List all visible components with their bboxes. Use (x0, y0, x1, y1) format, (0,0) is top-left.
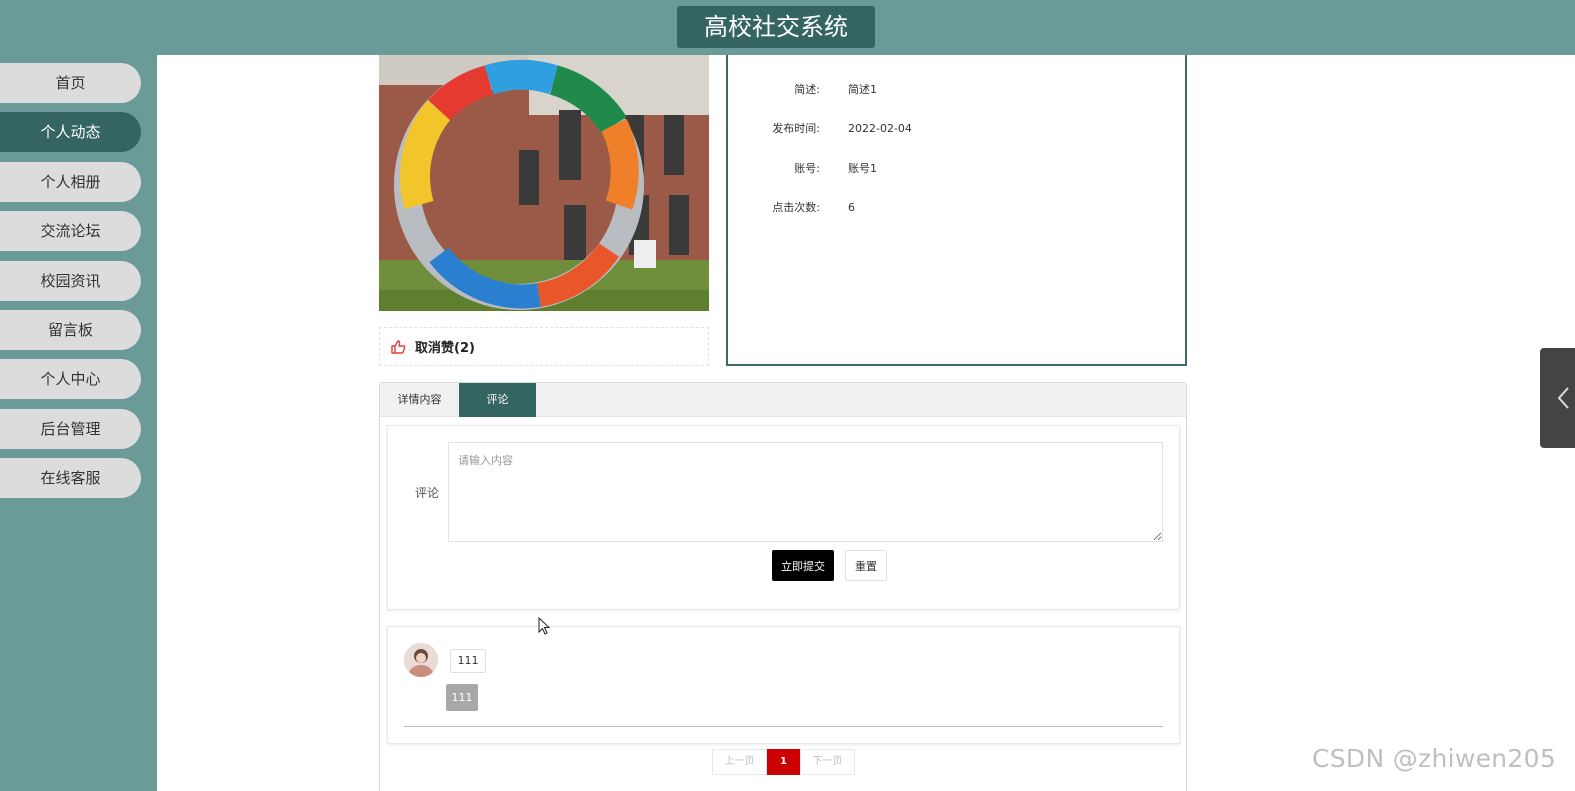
chevron-left-icon (1557, 387, 1569, 409)
unlike-label: 取消赞(2) (415, 341, 475, 356)
site-title: 高校社交系统 (677, 6, 875, 48)
comment-form: 评论 立即提交 重置 (387, 425, 1180, 610)
sidebar-item-personal-center[interactable]: 个人中心 (0, 359, 141, 399)
post-image (379, 55, 709, 311)
comment-content: 111 (450, 649, 486, 673)
comment-list: 111 111 (387, 626, 1180, 744)
info-row-account: 账号: 账号1 (728, 159, 1168, 179)
info-key: 发布时间: (772, 122, 820, 135)
mouse-cursor-icon (538, 617, 551, 635)
info-row-publish-time: 发布时间: 2022-02-04 (728, 119, 1168, 139)
prev-page-button[interactable]: 上一页 (712, 749, 767, 775)
submit-button[interactable]: 立即提交 (772, 550, 834, 581)
sidebar-item-forum[interactable]: 交流论坛 (0, 211, 141, 251)
info-value: 简述1 (848, 83, 877, 96)
info-key: 简述: (794, 83, 820, 96)
tab-comments[interactable]: 评论 (459, 383, 536, 417)
sidebar-item-message-board[interactable]: 留言板 (0, 310, 141, 350)
sidebar: 首页 个人动态 个人相册 交流论坛 校园资讯 留言板 个人中心 后台管理 在线客… (0, 55, 157, 791)
divider (404, 726, 1163, 727)
sidebar-item-personal-posts[interactable]: 个人动态 (0, 112, 141, 152)
info-row-click-count: 点击次数: 6 (728, 198, 1168, 218)
comment-input[interactable] (448, 442, 1163, 542)
tab-bar: 详情内容 评论 (380, 383, 1186, 417)
sidebar-item-admin[interactable]: 后台管理 (0, 409, 141, 449)
info-value: 账号1 (848, 162, 877, 175)
sidebar-item-online-service[interactable]: 在线客服 (0, 458, 141, 498)
info-value: 2022-02-04 (848, 122, 912, 135)
info-key: 账号: (794, 162, 820, 175)
comment-label: 评论 (415, 486, 440, 500)
top-bar: 高校社交系统 (0, 0, 1575, 55)
reset-button[interactable]: 重置 (845, 550, 887, 581)
sidebar-item-campus-news[interactable]: 校园资讯 (0, 261, 141, 301)
tabs-panel: 详情内容 评论 评论 立即提交 重置 111 111 上一页 1 下一页 (379, 382, 1187, 791)
info-key: 点击次数: (772, 201, 820, 214)
watermark: CSDN @zhiwen205 (1312, 744, 1557, 773)
sidebar-item-personal-album[interactable]: 个人相册 (0, 162, 141, 202)
sidebar-item-home[interactable]: 首页 (0, 63, 141, 103)
unlike-button[interactable]: 取消赞(2) (379, 327, 709, 366)
pagination: 上一页 1 下一页 (712, 749, 855, 775)
post-info-panel: 简述: 简述1 发布时间: 2022-02-04 账号: 账号1 点击次数: 6 (726, 44, 1187, 366)
next-page-button[interactable]: 下一页 (800, 749, 855, 775)
info-value: 6 (848, 201, 855, 214)
side-panel-toggle[interactable] (1540, 348, 1575, 448)
avatar (404, 643, 438, 677)
thumbs-up-icon (391, 339, 406, 354)
info-row-summary: 简述: 简述1 (728, 80, 1168, 100)
comment-reply: 111 (446, 684, 478, 711)
tab-details[interactable]: 详情内容 (380, 383, 459, 417)
page-number-current[interactable]: 1 (767, 749, 800, 775)
